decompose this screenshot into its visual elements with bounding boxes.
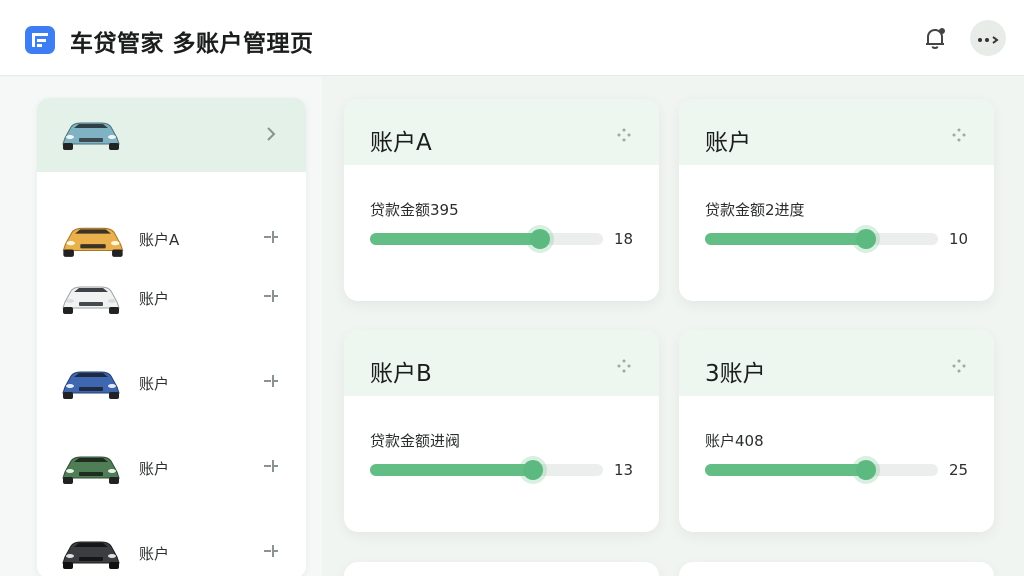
card-header: 账户A bbox=[344, 99, 659, 165]
sidebar: 账户A 账户 账户 账户 账户 bbox=[0, 77, 322, 576]
car-icon bbox=[59, 118, 123, 156]
slider-knob[interactable] bbox=[530, 229, 551, 249]
sidebar-item-account[interactable]: 账户A bbox=[37, 209, 306, 269]
drag-dots-icon[interactable] bbox=[617, 358, 631, 377]
account-card-partial[interactable] bbox=[344, 562, 659, 576]
drag-handle-icon[interactable] bbox=[262, 288, 280, 308]
account-card[interactable]: 账户B 贷款金额进阀 13 bbox=[344, 330, 659, 532]
account-card-partial[interactable] bbox=[679, 562, 994, 576]
progress-slider[interactable] bbox=[370, 460, 603, 480]
progress-slider[interactable] bbox=[705, 229, 938, 249]
app-header: 车贷管家 多账户管理页 bbox=[0, 0, 1024, 76]
slider-knob[interactable] bbox=[855, 229, 876, 249]
car-icon bbox=[59, 537, 123, 575]
sidebar-item-label: 账户 bbox=[139, 290, 170, 308]
sidebar-item-account[interactable]: 账户 bbox=[37, 353, 306, 413]
chevron-right-icon bbox=[265, 126, 277, 146]
sidebar-item-account[interactable]: 账户 bbox=[37, 523, 306, 576]
progress-value: 25 bbox=[949, 461, 969, 479]
drag-handle-icon[interactable] bbox=[262, 458, 280, 478]
card-header: 3账户 bbox=[679, 330, 994, 396]
progress-value: 13 bbox=[614, 461, 634, 479]
car-icon bbox=[59, 452, 123, 490]
progress-value: 18 bbox=[614, 230, 634, 248]
card-title: 账户A bbox=[370, 130, 432, 156]
progress-fill bbox=[370, 464, 534, 476]
car-icon bbox=[59, 367, 123, 405]
drag-dots-icon[interactable] bbox=[617, 127, 631, 146]
car-icon bbox=[59, 223, 127, 263]
page-title: 车贷管家 多账户管理页 bbox=[70, 31, 314, 57]
progress-value: 10 bbox=[949, 230, 969, 248]
more-button[interactable] bbox=[970, 20, 1006, 56]
sidebar-featured-account[interactable] bbox=[37, 98, 306, 172]
account-list-panel: 账户A 账户 账户 账户 账户 bbox=[37, 98, 306, 576]
account-card[interactable]: 3账户 账户408 25 bbox=[679, 330, 994, 532]
drag-dots-icon[interactable] bbox=[952, 127, 966, 146]
sidebar-item-account[interactable]: 账户 bbox=[37, 268, 306, 328]
slider-knob[interactable] bbox=[855, 460, 876, 480]
card-header: 账户 bbox=[679, 99, 994, 165]
sidebar-item-label: 账户A bbox=[139, 231, 180, 249]
loan-amount-label: 贷款金额395 bbox=[370, 201, 459, 219]
car-icon bbox=[59, 282, 123, 320]
progress-fill bbox=[705, 233, 866, 245]
bell-icon bbox=[922, 25, 948, 55]
drag-handle-icon[interactable] bbox=[262, 543, 280, 563]
more-icon bbox=[977, 29, 999, 48]
sidebar-item-account[interactable]: 账户 bbox=[37, 438, 306, 498]
progress-fill bbox=[370, 233, 541, 245]
drag-handle-icon[interactable] bbox=[262, 229, 280, 249]
progress-slider[interactable] bbox=[705, 460, 938, 480]
slider-knob[interactable] bbox=[523, 460, 544, 480]
progress-slider[interactable] bbox=[370, 229, 603, 249]
card-title: 账户 bbox=[705, 130, 751, 156]
card-title: 账户B bbox=[370, 361, 432, 387]
drag-handle-icon[interactable] bbox=[262, 373, 280, 393]
notification-button[interactable] bbox=[918, 24, 952, 56]
loan-amount-label: 贷款金额2进度 bbox=[705, 201, 805, 219]
drag-dots-icon[interactable] bbox=[952, 358, 966, 377]
sidebar-item-label: 账户 bbox=[139, 460, 170, 478]
sidebar-item-label: 账户 bbox=[139, 545, 170, 563]
loan-amount-label: 账户408 bbox=[705, 432, 764, 450]
progress-fill bbox=[705, 464, 866, 476]
loan-amount-label: 贷款金额进阀 bbox=[370, 432, 461, 450]
account-card[interactable]: 账户A 贷款金额395 18 bbox=[344, 99, 659, 301]
account-card[interactable]: 账户 贷款金额2进度 10 bbox=[679, 99, 994, 301]
sidebar-item-label: 账户 bbox=[139, 375, 170, 393]
app-logo-icon bbox=[25, 26, 55, 54]
card-title: 3账户 bbox=[705, 361, 766, 387]
card-header: 账户B bbox=[344, 330, 659, 396]
